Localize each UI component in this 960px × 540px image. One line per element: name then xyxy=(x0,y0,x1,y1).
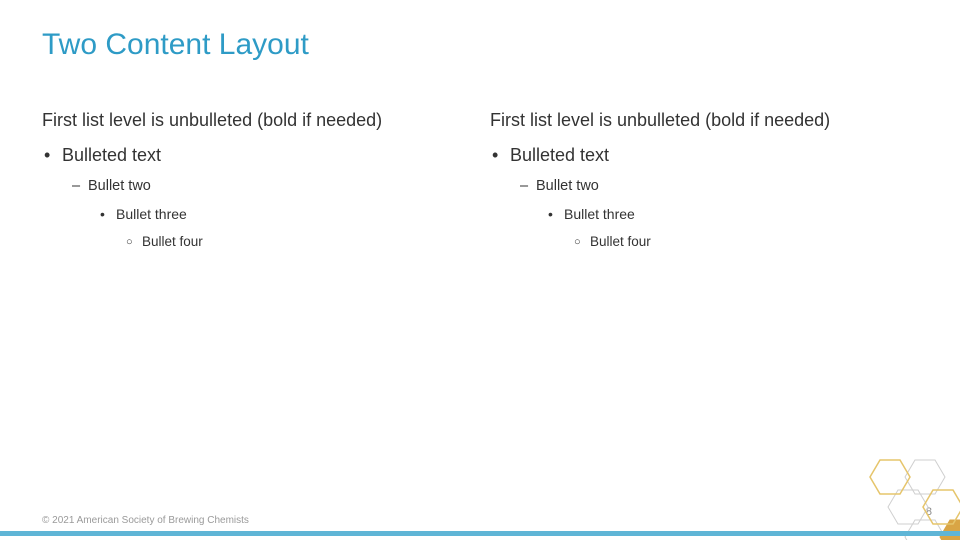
slide: Two Content Layout First list level is u… xyxy=(0,0,960,540)
accent-bar xyxy=(0,531,960,536)
bullet-level-3: Bullet three xyxy=(548,206,918,222)
bullet-level-4: Bullet four xyxy=(126,234,470,249)
copyright-org: American Society of Brewing Chemists xyxy=(77,515,249,526)
bullet-level-2: Bullet two xyxy=(520,178,918,194)
hexagon-decoration xyxy=(820,440,960,540)
bullet-level-0: First list level is unbulleted (bold if … xyxy=(490,110,918,131)
bullet-level-4: Bullet four xyxy=(574,234,918,249)
bullet-level-1: Bulleted text xyxy=(44,145,470,166)
bullet-level-3: Bullet three xyxy=(100,206,470,222)
page-number: 8 xyxy=(926,506,932,518)
bullet-level-1: Bulleted text xyxy=(492,145,918,166)
slide-title: Two Content Layout xyxy=(42,28,309,62)
bullet-level-2: Bullet two xyxy=(72,178,470,194)
copyright-year: © 2021 xyxy=(42,515,74,526)
footer: © 2021 American Society of Brewing Chemi… xyxy=(42,515,249,526)
content-columns: First list level is unbulleted (bold if … xyxy=(42,110,918,261)
left-column: First list level is unbulleted (bold if … xyxy=(42,110,470,261)
bullet-level-0: First list level is unbulleted (bold if … xyxy=(42,110,470,131)
right-column: First list level is unbulleted (bold if … xyxy=(490,110,918,261)
